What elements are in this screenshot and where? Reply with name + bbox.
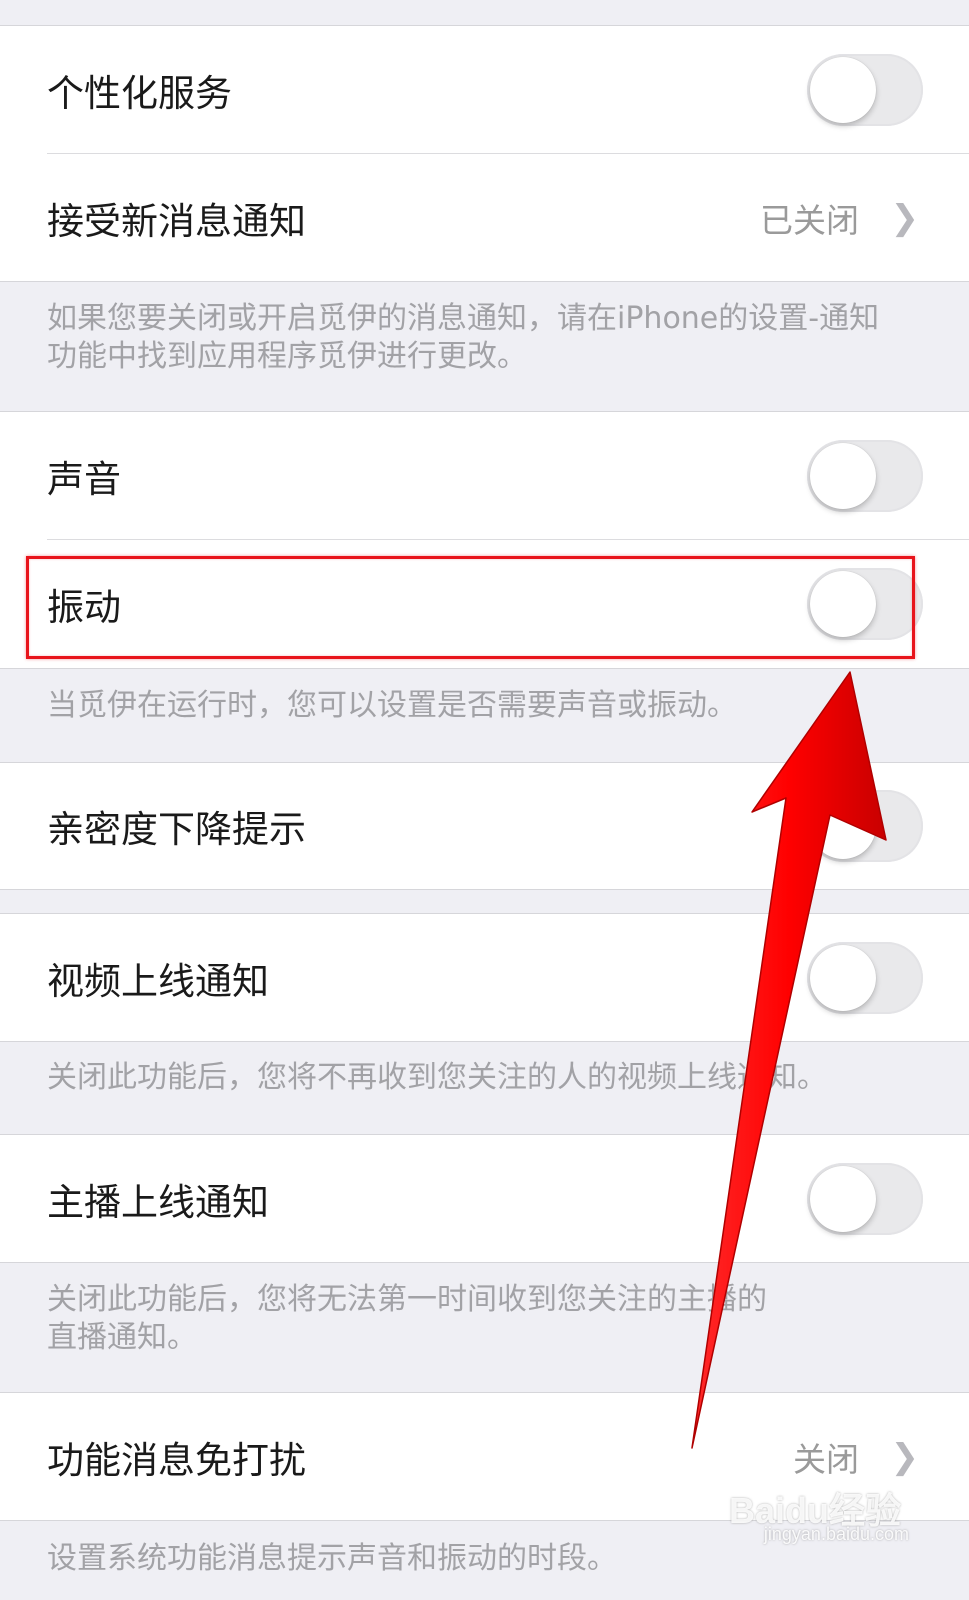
- red-arrow-icon: [691, 671, 887, 1449]
- watermark-url: jingyan.baidu.com: [763, 1524, 909, 1544]
